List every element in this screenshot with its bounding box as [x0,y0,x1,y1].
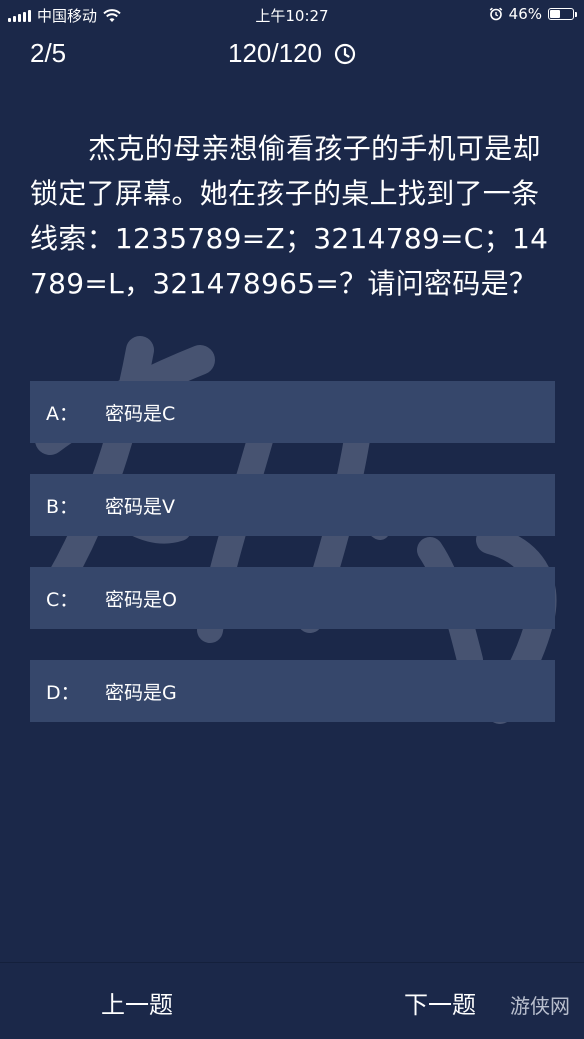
timer-area: 120/120 [0,38,584,69]
option-c[interactable]: C： 密码是O [30,567,555,629]
option-letter: A： [46,402,78,425]
option-letter: B： [46,495,79,518]
question-text: 杰克的母亲想偷看孩子的手机可是却锁定了屏幕。她在孩子的桌上找到了一条线索：123… [30,132,549,300]
option-d[interactable]: D： 密码是G [30,660,555,722]
option-letter: D： [46,681,80,704]
option-text: 密码是C [105,402,176,425]
next-question-button[interactable]: 下一题 [404,985,476,1020]
option-text: 密码是V [105,495,175,518]
battery-percent: 46% [508,5,542,23]
status-bar: 中国移动 上午10:27 46% [0,0,584,30]
prev-question-button[interactable]: 上一题 [101,985,173,1020]
timer-label: 120/120 [228,38,322,68]
clock-icon [334,43,356,64]
option-letter: C： [46,588,79,611]
option-text: 密码是O [105,588,177,611]
option-text: 密码是G [105,681,177,704]
options-list: A： 密码是C B： 密码是V C： 密码是O D： 密码是G [30,381,555,753]
option-a[interactable]: A： 密码是C [30,381,555,443]
battery-icon [548,8,577,20]
bottom-nav: 上一题 下一题 [0,962,584,1039]
option-b[interactable]: B： 密码是V [30,474,555,536]
corner-watermark: 游侠网 [510,994,570,1018]
status-right: 46% [489,5,577,23]
quiz-header: 2/5 120/120 [0,30,584,80]
battery-fill [550,10,560,18]
alarm-icon [489,7,502,21]
